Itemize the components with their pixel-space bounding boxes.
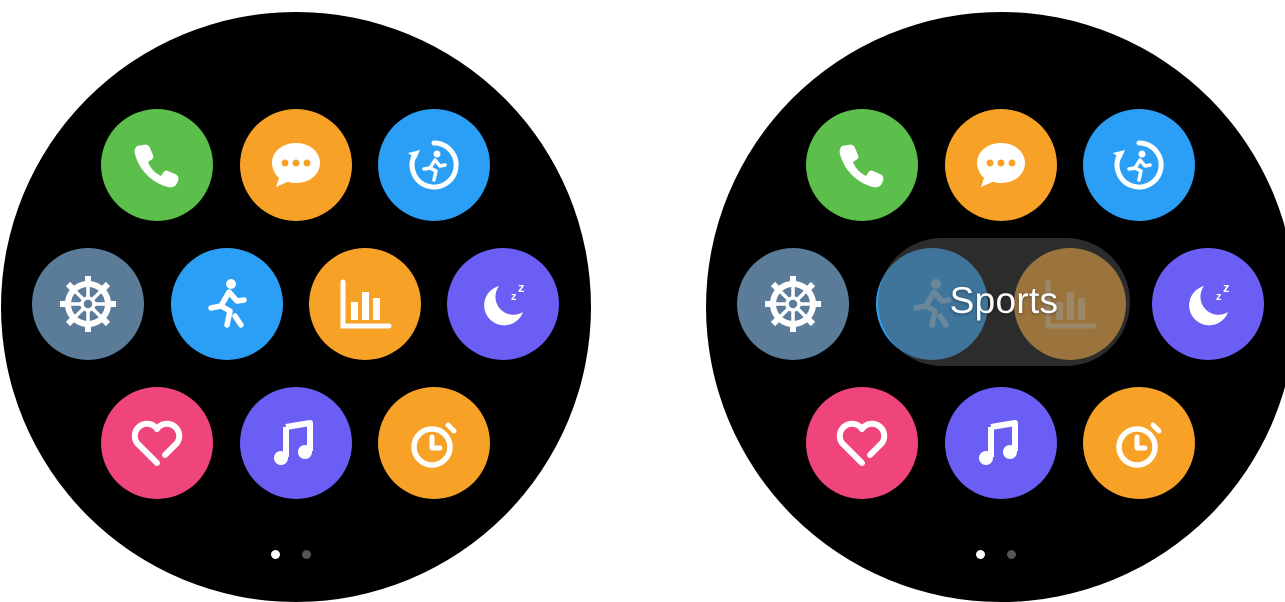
page-dot-2[interactable]: [302, 550, 311, 559]
running-history-icon: [1113, 140, 1164, 190]
settings-app[interactable]: [32, 248, 144, 360]
phone-icon: [839, 144, 884, 188]
svg-text:z: z: [1223, 280, 1230, 295]
stopwatch-icon: [1116, 422, 1162, 468]
messages-app[interactable]: [945, 109, 1057, 221]
gear-icon: [765, 276, 821, 332]
music-app[interactable]: [240, 387, 352, 499]
heart-rate-app[interactable]: [806, 387, 918, 499]
stats-app[interactable]: [309, 248, 421, 360]
gear-icon: [60, 276, 116, 332]
phone-app[interactable]: [101, 109, 213, 221]
running-person-icon: [208, 279, 247, 328]
timer-app[interactable]: [1083, 387, 1195, 499]
tooltip-label: Sports: [949, 280, 1059, 321]
moon-zzz-icon: z z: [1189, 280, 1230, 326]
page-dot-1-active[interactable]: [271, 550, 280, 559]
bar-chart-icon: [340, 279, 392, 329]
svg-text:z: z: [511, 291, 517, 303]
settings-app[interactable]: [737, 248, 849, 360]
svg-text:z: z: [518, 280, 525, 295]
sports-app[interactable]: [171, 248, 283, 360]
music-note-icon: [274, 420, 313, 465]
heart-icon: [131, 420, 183, 466]
page-indicator: [976, 550, 1016, 559]
message-bubble-icon: [977, 143, 1025, 187]
heart-icon: [836, 420, 888, 466]
sleep-app[interactable]: z z: [1152, 248, 1264, 360]
workout-history-app[interactable]: [1083, 109, 1195, 221]
workout-history-app[interactable]: [378, 109, 490, 221]
message-bubble-icon: [272, 143, 320, 187]
stopwatch-icon: [411, 422, 457, 468]
heart-rate-app[interactable]: [101, 387, 213, 499]
page-indicator: [271, 550, 311, 559]
page-dot-1-active[interactable]: [976, 550, 985, 559]
page-dot-2[interactable]: [1007, 550, 1016, 559]
music-note-icon: [979, 420, 1018, 465]
messages-app[interactable]: [240, 109, 352, 221]
watch-screen-left: z z: [1, 12, 591, 602]
svg-text:z: z: [1216, 291, 1222, 303]
timer-app[interactable]: [378, 387, 490, 499]
music-app[interactable]: [945, 387, 1057, 499]
running-history-icon: [408, 140, 459, 190]
phone-icon: [134, 144, 179, 188]
phone-app[interactable]: [806, 109, 918, 221]
moon-zzz-icon: z z: [484, 280, 525, 326]
sleep-app[interactable]: z z: [447, 248, 559, 360]
watch-screen-right: z z Sports: [706, 12, 1285, 602]
app-name-tooltip: Sports: [878, 238, 1130, 366]
